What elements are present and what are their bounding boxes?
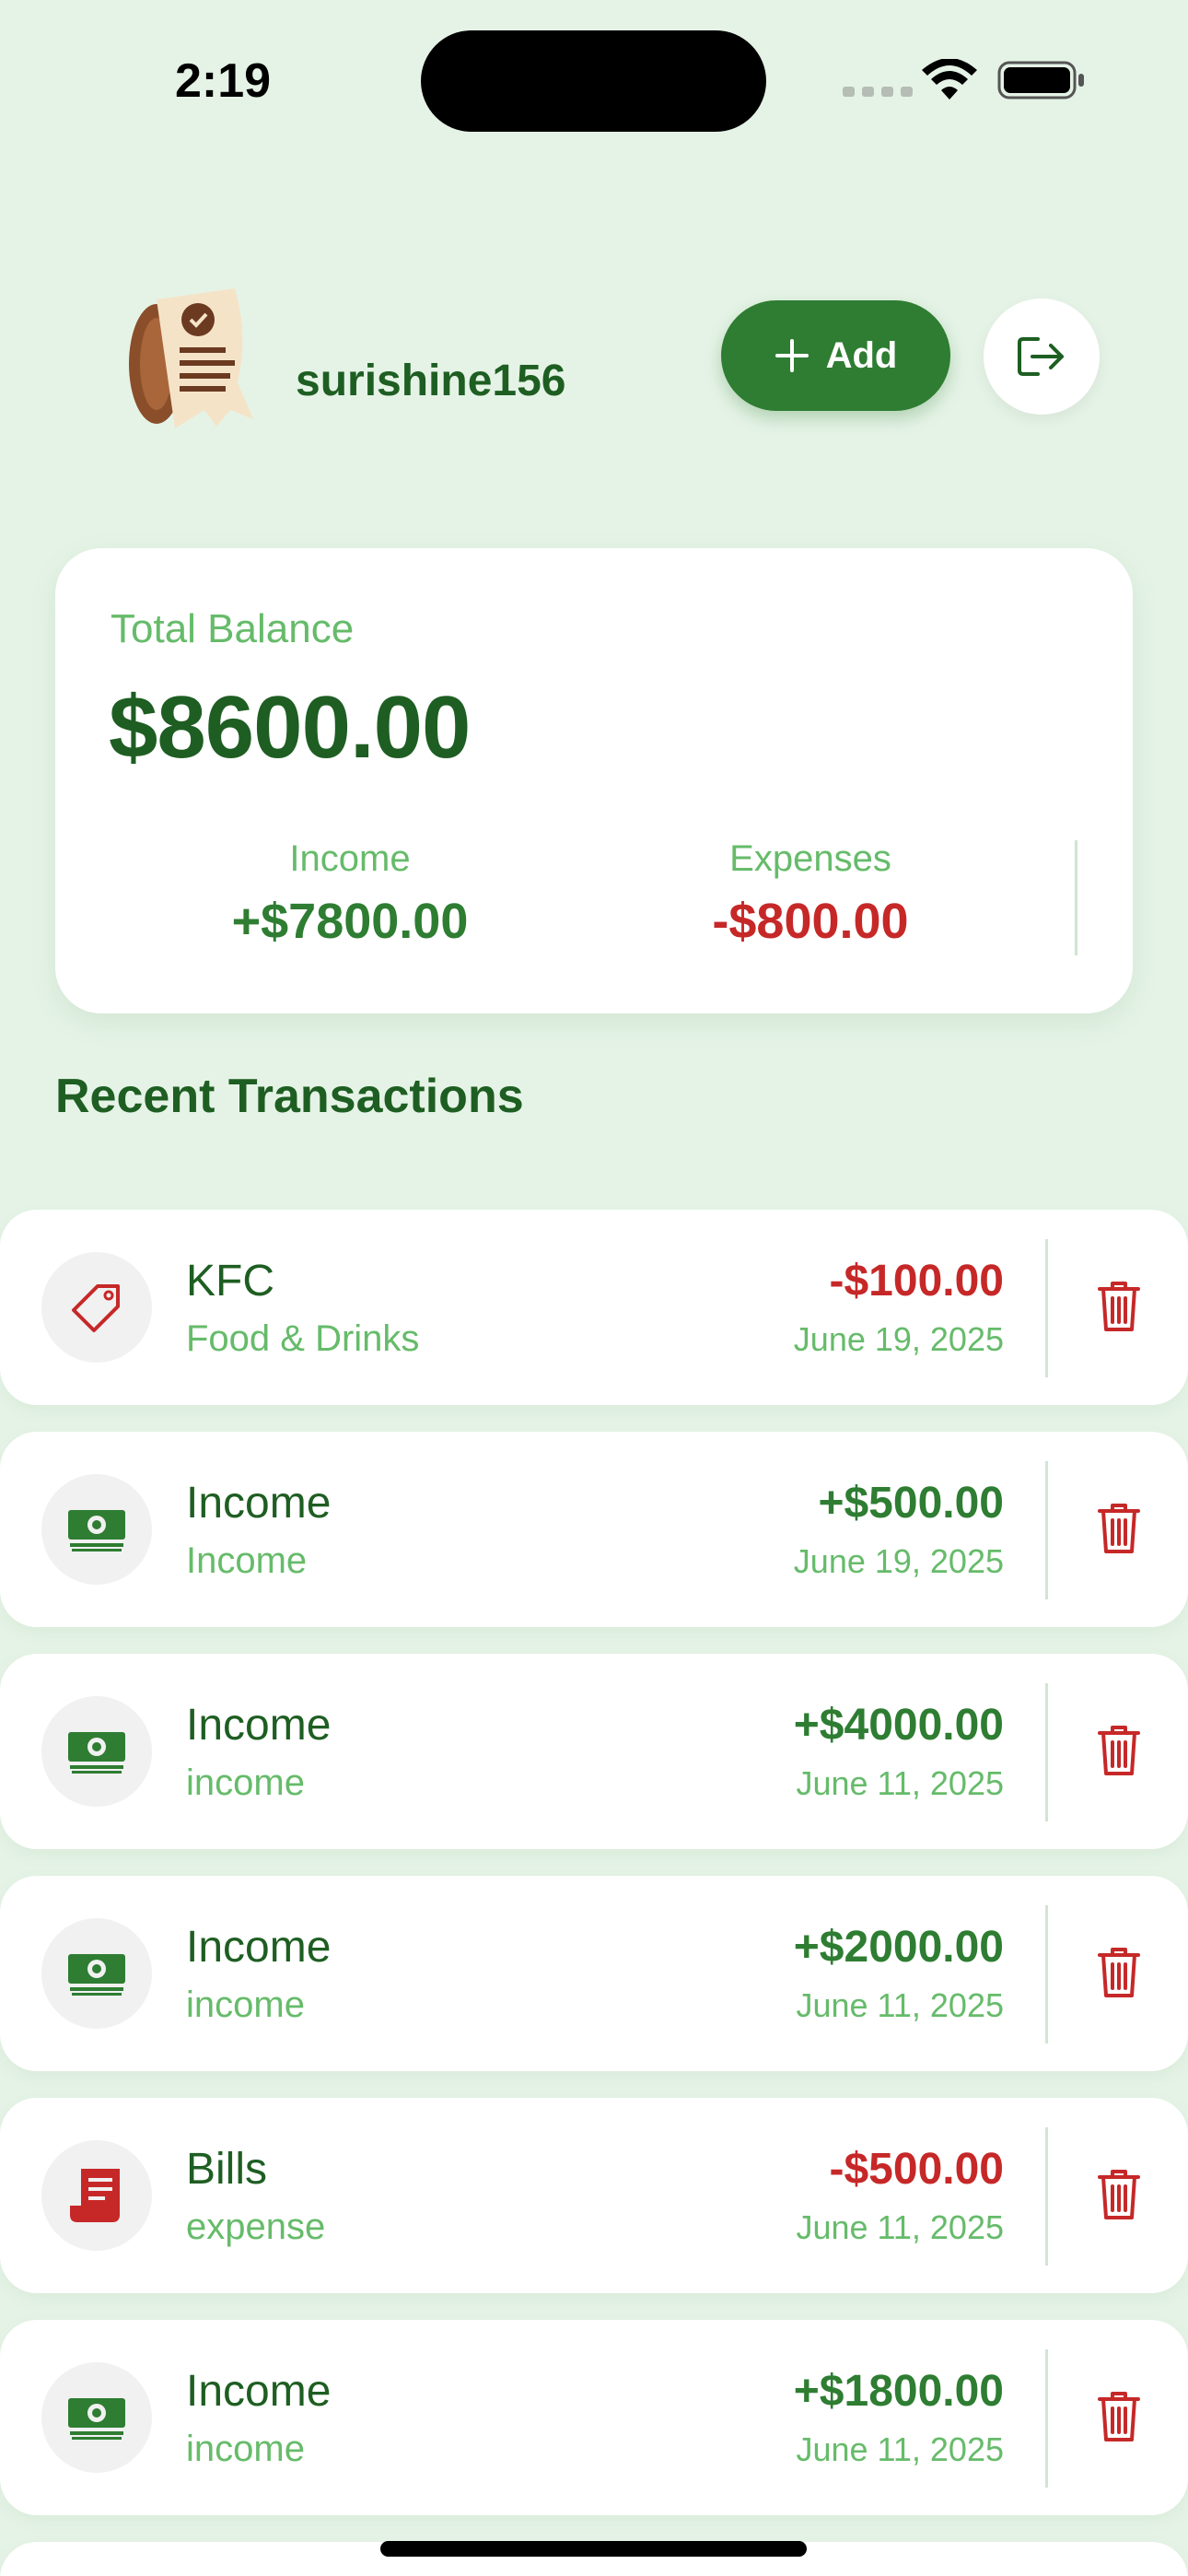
cash-icon <box>41 1696 152 1807</box>
income-label: Income <box>289 838 411 879</box>
logout-icon <box>1018 337 1064 376</box>
transaction-category: Income <box>186 1540 308 1581</box>
row-divider <box>1045 1683 1048 1821</box>
transaction-row[interactable]: Bills expense -$500.00 June 11, 2025 <box>0 2098 1188 2293</box>
transaction-date: June 11, 2025 <box>796 2208 1004 2246</box>
transaction-date: June 11, 2025 <box>796 1986 1004 2024</box>
transaction-amount: +$500.00 <box>818 1479 1004 1528</box>
wifi-icon <box>922 59 977 100</box>
delete-button[interactable] <box>1087 1496 1151 1561</box>
transaction-amount: +$4000.00 <box>793 1701 1004 1750</box>
row-divider <box>1045 1239 1048 1377</box>
cash-icon <box>41 1918 152 2029</box>
username: surishine156 <box>296 357 566 405</box>
dynamic-island <box>421 30 766 132</box>
income-value: +$7800.00 <box>231 894 469 949</box>
row-divider <box>1045 1905 1048 2043</box>
income-summary: Income +$7800.00 <box>166 838 534 950</box>
status-time: 2:19 <box>175 54 272 108</box>
transaction-title: Income <box>186 1923 332 1972</box>
row-divider <box>1045 1461 1048 1599</box>
trash-icon <box>1098 2392 1140 2441</box>
transaction-row[interactable]: KFC Food & Drinks -$100.00 June 19, 2025 <box>0 1210 1188 1405</box>
transaction-date: June 19, 2025 <box>793 1320 1004 1358</box>
logout-button[interactable] <box>984 299 1100 415</box>
trash-icon <box>1098 2170 1140 2219</box>
cash-icon <box>41 2362 152 2473</box>
transaction-date: June 19, 2025 <box>793 1542 1004 1580</box>
delete-button[interactable] <box>1087 1940 1151 2005</box>
trash-icon <box>1098 1282 1140 1331</box>
balance-card: Total Balance $8600.00 Income +$7800.00 … <box>55 548 1133 1013</box>
delete-button[interactable] <box>1087 1274 1151 1339</box>
transaction-row[interactable]: Income income +$2000.00 June 11, 2025 <box>0 1876 1188 2071</box>
delete-button[interactable] <box>1087 2162 1151 2227</box>
transaction-title: KFC <box>186 1257 274 1306</box>
transaction-title: Income <box>186 2367 332 2416</box>
tag-icon <box>41 1252 152 1363</box>
add-transaction-button[interactable]: Add <box>721 300 950 411</box>
cellular-signal-icon <box>843 87 913 97</box>
transaction-row[interactable]: Income income +$1800.00 June 11, 2025 <box>0 2320 1188 2515</box>
receipt-logo-icon <box>129 288 253 428</box>
cash-icon <box>41 1474 152 1585</box>
transaction-category: expense <box>186 2207 326 2247</box>
transaction-category: income <box>186 1762 305 1803</box>
transaction-row[interactable]: Income Income +$500.00 June 19, 2025 <box>0 1432 1188 1627</box>
transaction-date: June 11, 2025 <box>796 1764 1004 1802</box>
transaction-amount: +$1800.00 <box>793 2367 1004 2416</box>
trash-icon <box>1098 1726 1140 1775</box>
transaction-amount: -$100.00 <box>829 1257 1005 1306</box>
add-button-label: Add <box>825 334 898 376</box>
transaction-date: June 11, 2025 <box>796 2430 1004 2468</box>
plus-icon <box>775 339 809 372</box>
card-divider <box>1075 840 1077 955</box>
transaction-amount: -$500.00 <box>829 2145 1005 2194</box>
expenses-value: -$800.00 <box>712 894 909 949</box>
recent-transactions-title: Recent Transactions <box>55 1070 524 1123</box>
transaction-amount: +$2000.00 <box>793 1923 1004 1972</box>
row-divider <box>1045 2127 1048 2266</box>
total-balance-amount: $8600.00 <box>109 678 471 777</box>
expenses-label: Expenses <box>729 838 891 879</box>
home-indicator[interactable] <box>380 2541 807 2557</box>
bill-receipt-icon <box>41 2140 152 2251</box>
row-divider <box>1045 2349 1048 2488</box>
transaction-title: Income <box>186 1701 332 1750</box>
total-balance-label: Total Balance <box>111 606 355 651</box>
battery-icon <box>997 61 1084 100</box>
transaction-row[interactable]: Income income +$4000.00 June 11, 2025 <box>0 1654 1188 1849</box>
expenses-summary: Expenses -$800.00 <box>626 838 995 950</box>
transaction-category: income <box>186 2429 305 2469</box>
transaction-category: Food & Drinks <box>186 1318 420 1359</box>
transaction-category: income <box>186 1985 305 2025</box>
trash-icon <box>1098 1504 1140 1553</box>
transaction-title: Bills <box>186 2145 268 2194</box>
transaction-title: Income <box>186 1479 332 1528</box>
trash-icon <box>1098 1948 1140 1997</box>
delete-button[interactable] <box>1087 1718 1151 1783</box>
delete-button[interactable] <box>1087 2384 1151 2449</box>
